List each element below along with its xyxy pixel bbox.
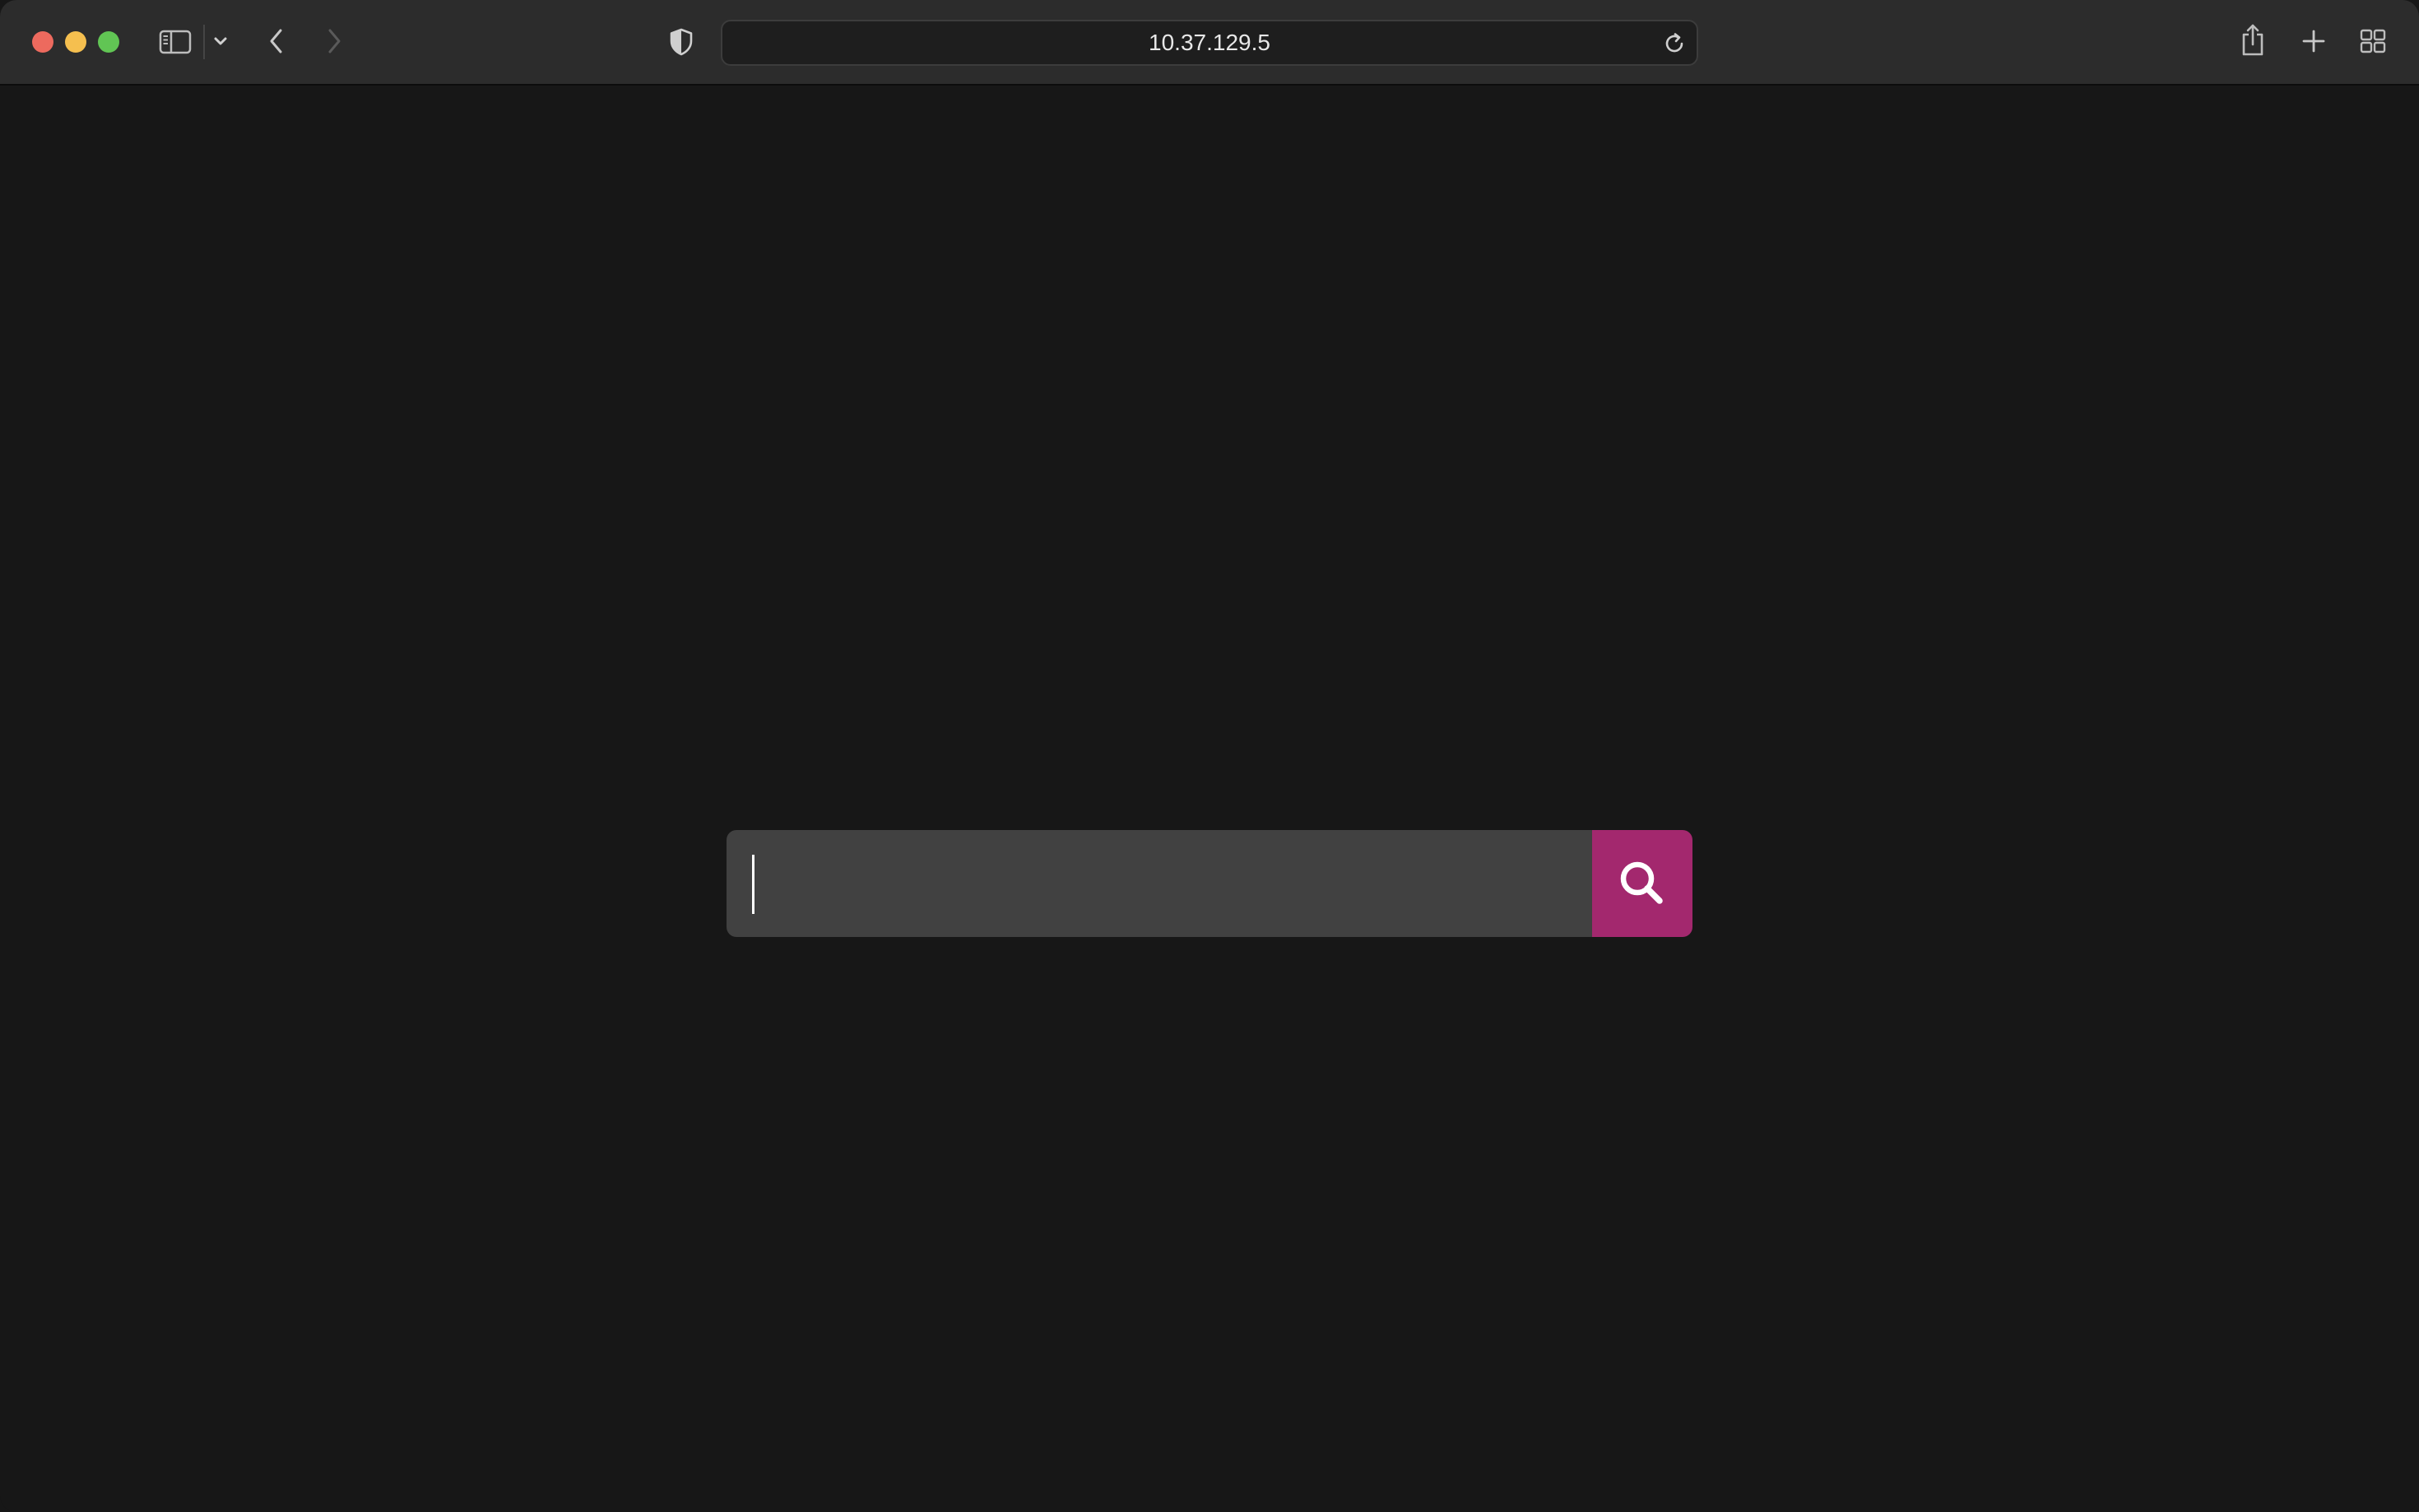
search-icon — [1620, 861, 1663, 904]
share-icon[interactable] — [2238, 21, 2268, 59]
tab-overview-icon[interactable] — [2358, 26, 2388, 56]
new-tab-icon[interactable] — [2299, 26, 2328, 56]
sidebar-icon[interactable] — [158, 26, 193, 58]
search-input[interactable] — [727, 830, 1592, 937]
privacy-shield-icon[interactable] — [666, 26, 696, 58]
browser-toolbar: 10.37.129.5 — [0, 0, 2419, 86]
text-cursor — [752, 855, 754, 914]
toolbar-divider — [203, 25, 205, 59]
zoom-window-button[interactable] — [98, 31, 119, 53]
reload-icon[interactable] — [1662, 31, 1687, 56]
address-url[interactable]: 10.37.129.5 — [722, 21, 1697, 64]
minimize-window-button[interactable] — [65, 31, 86, 53]
search-form — [727, 830, 1692, 937]
browser-window: 10.37.129.5 — [0, 0, 2419, 1512]
back-icon[interactable] — [263, 25, 290, 58]
forward-icon[interactable] — [321, 25, 347, 58]
chevron-down-icon[interactable] — [211, 31, 230, 51]
page-content — [0, 86, 2419, 1512]
address-bar[interactable]: 10.37.129.5 — [721, 20, 1698, 66]
close-window-button[interactable] — [32, 31, 53, 53]
search-button[interactable] — [1592, 830, 1692, 937]
